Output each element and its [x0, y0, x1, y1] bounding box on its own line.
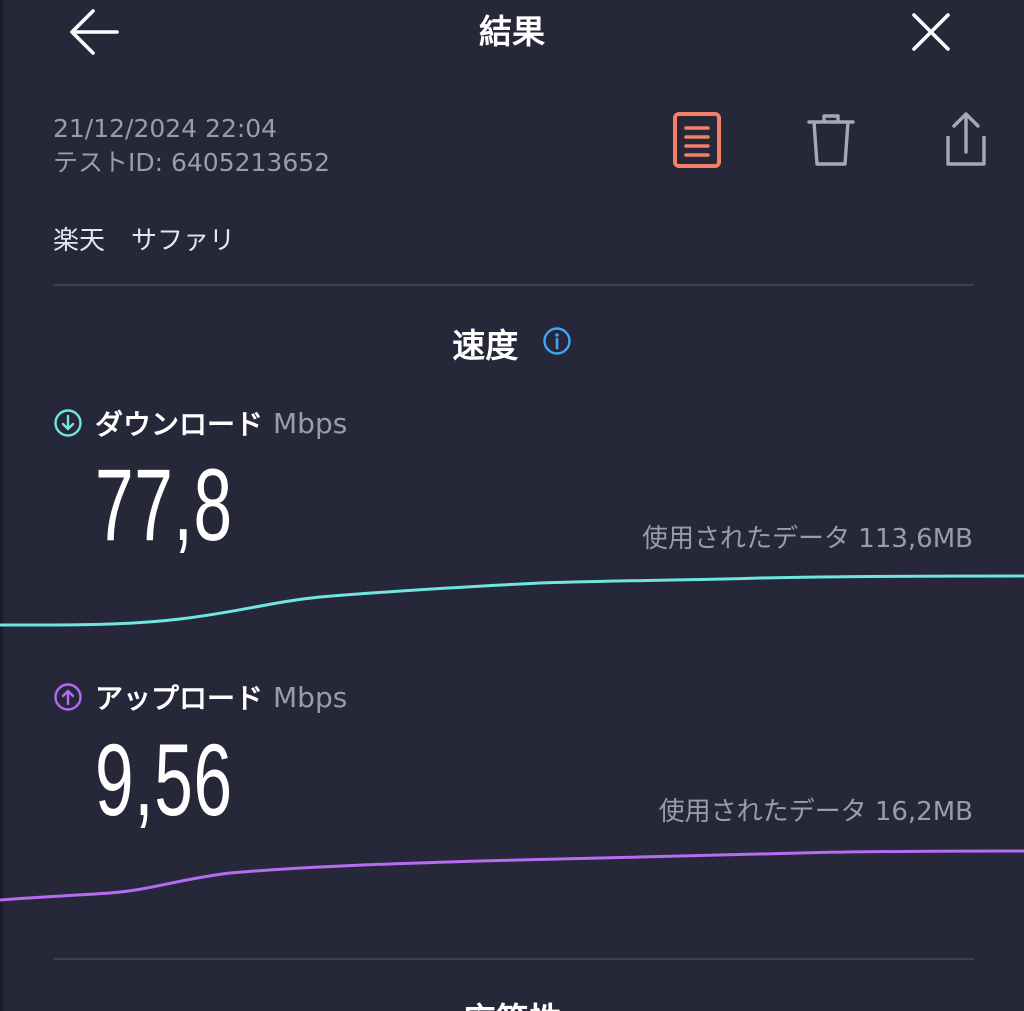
provider-name: 楽天 サファリ: [53, 226, 236, 256]
download-speed-line: [0, 574, 1024, 627]
download-data-used: 使用されたデータ 113,6MB: [642, 524, 973, 554]
share-icon: [946, 112, 986, 166]
upload-header: アップロード Mbps: [53, 677, 347, 717]
delete-button[interactable]: [799, 108, 863, 172]
upload-unit: Mbps: [273, 680, 348, 714]
upload-arrow-icon: [53, 682, 83, 712]
report-button[interactable]: [665, 108, 729, 172]
upload-label: アップロード: [95, 682, 264, 715]
download-arrow-icon: [53, 408, 83, 438]
responsiveness-section-title: 応答性: [0, 996, 1024, 1011]
download-header: ダウンロード Mbps: [53, 403, 347, 443]
report-icon: [673, 112, 721, 168]
download-speed-graph: [0, 574, 1024, 627]
speed-section-title: 速度: [0, 322, 1024, 372]
divider: [53, 284, 974, 286]
info-icon: [543, 326, 571, 355]
close-icon: [912, 13, 950, 51]
info-button[interactable]: [542, 321, 572, 369]
upload-speed-line: [0, 849, 1024, 902]
share-button[interactable]: [934, 108, 998, 172]
download-value: 77,8: [95, 448, 233, 562]
upload-data-used: 使用されたデータ 16,2MB: [658, 797, 973, 827]
divider: [53, 958, 974, 960]
trash-icon: [807, 114, 855, 166]
top-bar: 結果: [0, 0, 1024, 70]
download-label: ダウンロード: [95, 408, 264, 441]
back-arrow-icon: [70, 9, 119, 55]
back-button[interactable]: [62, 4, 126, 60]
page-title: 結果: [479, 12, 545, 51]
close-button[interactable]: [900, 4, 962, 60]
result-screen: 結果 21/12/2024 22:04 テストID: 6405213652 楽天…: [0, 0, 1024, 1011]
upload-speed-graph: [0, 849, 1024, 902]
speed-title-text: 速度: [452, 326, 519, 365]
action-bar: [0, 108, 1024, 172]
download-unit: Mbps: [273, 406, 348, 440]
upload-value: 9,56: [95, 723, 233, 837]
